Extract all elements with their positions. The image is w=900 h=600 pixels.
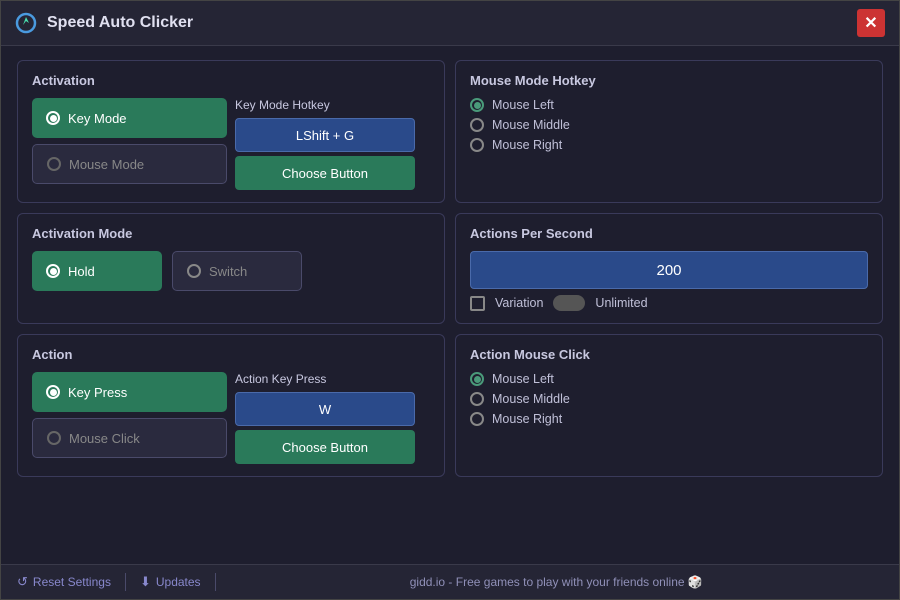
mouse-middle-option[interactable]: Mouse Middle <box>470 118 868 132</box>
action-title: Action <box>32 347 430 362</box>
footer-divider-1 <box>125 573 126 591</box>
choose-button-action[interactable]: Choose Button <box>235 430 415 464</box>
action-mouse-right-label: Mouse Right <box>492 412 562 426</box>
activation-buttons: Key Mode Mouse Mode <box>32 98 227 184</box>
mouse-middle-radio <box>470 118 484 132</box>
top-row: Activation Key Mode Mouse Mode <box>17 60 883 203</box>
action-mouse-title: Action Mouse Click <box>470 347 868 362</box>
choose-button-activation[interactable]: Choose Button <box>235 156 415 190</box>
switch-button[interactable]: Switch <box>172 251 302 291</box>
hold-button[interactable]: Hold <box>32 251 162 291</box>
action-mouse-left-label: Mouse Left <box>492 372 554 386</box>
mouse-right-radio <box>470 138 484 152</box>
activation-mode-section: Activation Mode Hold Switch <box>17 213 445 324</box>
close-button[interactable]: ✕ <box>857 9 885 37</box>
aps-input[interactable]: 200 <box>470 251 868 289</box>
mouse-click-radio <box>47 431 61 445</box>
title-bar: Speed Auto Clicker ✕ <box>1 1 899 46</box>
app-icon <box>15 12 37 34</box>
aps-title: Actions Per Second <box>470 226 868 241</box>
mouse-hotkey-title: Mouse Mode Hotkey <box>470 73 868 88</box>
action-mouse-left-option[interactable]: Mouse Left <box>470 372 868 386</box>
mouse-right-label: Mouse Right <box>492 138 562 152</box>
mouse-hotkey-section: Mouse Mode Hotkey Mouse Left Mouse Middl… <box>455 60 883 203</box>
activation-title: Activation <box>32 73 430 88</box>
hotkey-label: Key Mode Hotkey <box>235 98 430 112</box>
activation-mode-title: Activation Mode <box>32 226 430 241</box>
action-mouse-right-radio <box>470 412 484 426</box>
key-mode-radio <box>46 111 60 125</box>
promo-text: gidd.io - Free games to play with your f… <box>230 575 883 589</box>
action-mouse-options: Mouse Left Mouse Middle Mouse Right <box>470 372 868 426</box>
variation-label: Variation <box>495 296 543 310</box>
action-mouse-left-radio <box>470 372 484 386</box>
bottom-row: Action Key Press Mouse Click Action <box>17 334 883 477</box>
hotkey-input[interactable]: LShift + G <box>235 118 415 152</box>
action-mouse-middle-option[interactable]: Mouse Middle <box>470 392 868 406</box>
main-content: Activation Key Mode Mouse Mode <box>1 46 899 564</box>
aps-section: Actions Per Second 200 Variation Unlimit… <box>455 213 883 324</box>
reset-settings-button[interactable]: ↺ Reset Settings <box>17 574 111 590</box>
mid-row: Activation Mode Hold Switch Actions Per … <box>17 213 883 324</box>
mouse-mode-radio <box>47 157 61 171</box>
action-hotkey-col: Action Key Press W Choose Button <box>235 372 430 464</box>
action-mouse-middle-radio <box>470 392 484 406</box>
key-press-radio <box>46 385 60 399</box>
main-window: Speed Auto Clicker ✕ Activation Key Mode <box>0 0 900 600</box>
action-mouse-middle-label: Mouse Middle <box>492 392 570 406</box>
action-hotkey-label: Action Key Press <box>235 372 430 386</box>
hold-radio <box>46 264 60 278</box>
mouse-right-option[interactable]: Mouse Right <box>470 138 868 152</box>
action-mouse-section: Action Mouse Click Mouse Left Mouse Midd… <box>455 334 883 477</box>
reset-icon: ↺ <box>17 574 28 590</box>
key-press-button[interactable]: Key Press <box>32 372 227 412</box>
mouse-left-label: Mouse Left <box>492 98 554 112</box>
action-hotkey-input[interactable]: W <box>235 392 415 426</box>
action-mouse-right-option[interactable]: Mouse Right <box>470 412 868 426</box>
updates-button[interactable]: ⬇ Updates <box>140 574 201 590</box>
aps-options: Variation Unlimited <box>470 295 868 311</box>
mouse-left-radio <box>470 98 484 112</box>
mouse-mode-button[interactable]: Mouse Mode <box>32 144 227 184</box>
footer: ↺ Reset Settings ⬇ Updates gidd.io - Fre… <box>1 564 899 599</box>
mouse-click-button[interactable]: Mouse Click <box>32 418 227 458</box>
switch-radio <box>187 264 201 278</box>
key-mode-button[interactable]: Key Mode <box>32 98 227 138</box>
action-section: Action Key Press Mouse Click Action <box>17 334 445 477</box>
unlimited-label: Unlimited <box>595 296 647 310</box>
activation-section: Activation Key Mode Mouse Mode <box>17 60 445 203</box>
variation-checkbox[interactable] <box>470 296 485 311</box>
unlimited-toggle[interactable] <box>553 295 585 311</box>
window-title: Speed Auto Clicker <box>47 14 857 32</box>
action-buttons: Key Press Mouse Click <box>32 372 227 458</box>
mouse-hotkey-options: Mouse Left Mouse Middle Mouse Right <box>470 98 868 152</box>
footer-divider-2 <box>215 573 216 591</box>
mouse-left-option[interactable]: Mouse Left <box>470 98 868 112</box>
updates-icon: ⬇ <box>140 574 151 590</box>
mouse-middle-label: Mouse Middle <box>492 118 570 132</box>
hotkey-col: Key Mode Hotkey LShift + G Choose Button <box>235 98 430 190</box>
